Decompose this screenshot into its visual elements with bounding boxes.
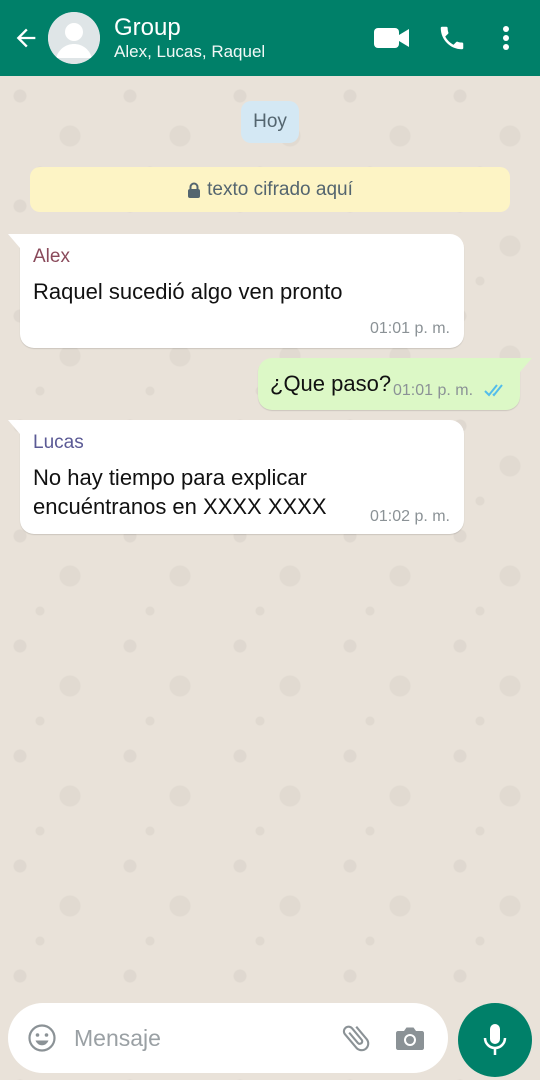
encryption-notice[interactable]: texto cifrado aquí bbox=[30, 167, 510, 212]
lock-icon bbox=[188, 182, 201, 198]
message-time: 01:01 p. m. bbox=[369, 320, 450, 337]
message-sender: Alex bbox=[33, 246, 70, 267]
back-button[interactable] bbox=[4, 0, 48, 76]
camera-icon bbox=[396, 1027, 424, 1050]
emoji-icon bbox=[28, 1024, 56, 1052]
more-options-button[interactable] bbox=[494, 0, 518, 76]
more-options-icon bbox=[503, 26, 509, 50]
attach-icon bbox=[342, 1025, 370, 1052]
message-text-line-1: No hay tiempo para explicar bbox=[33, 465, 307, 490]
date-separator: Hoy bbox=[241, 101, 299, 143]
message-sender: Lucas bbox=[33, 432, 84, 453]
message-bubble-outgoing[interactable]: ¿Que paso? 01:01 p. m. bbox=[258, 358, 532, 410]
group-participants: Alex, Lucas, Raquel bbox=[114, 42, 266, 61]
voice-message-button[interactable] bbox=[458, 1003, 532, 1077]
message-text: ¿Que paso? bbox=[270, 371, 392, 396]
group-avatar[interactable] bbox=[48, 12, 100, 64]
message-time: 01:01 p. m. bbox=[393, 382, 474, 399]
back-arrow-icon bbox=[16, 28, 36, 48]
person-placeholder-icon bbox=[48, 12, 100, 64]
video-call-icon bbox=[374, 28, 409, 48]
mic-icon bbox=[483, 1024, 507, 1055]
voice-call-icon bbox=[440, 26, 464, 50]
message-input[interactable] bbox=[74, 1024, 324, 1052]
attach-button[interactable] bbox=[334, 1016, 378, 1060]
camera-button[interactable] bbox=[388, 1016, 432, 1060]
message-time: 01:02 p. m. bbox=[369, 508, 450, 525]
emoji-button[interactable] bbox=[22, 1018, 62, 1058]
voice-call-button[interactable] bbox=[430, 0, 474, 76]
group-name: Group bbox=[114, 14, 181, 41]
message-text: Raquel sucedió algo ven pronto bbox=[33, 279, 343, 304]
video-call-button[interactable] bbox=[368, 0, 416, 76]
read-double-check-icon bbox=[484, 384, 503, 397]
message-bubble-incoming[interactable]: Lucas No hay tiempo para explicar encuén… bbox=[8, 420, 464, 534]
chat-wallpaper bbox=[0, 76, 540, 1080]
chat-header: Group Alex, Lucas, Raquel bbox=[0, 0, 540, 76]
encryption-notice-text: texto cifrado aquí bbox=[207, 178, 353, 200]
message-bubble-incoming[interactable]: Alex Raquel sucedió algo ven pronto 01:0… bbox=[8, 234, 464, 348]
chat-title-block[interactable]: Group Alex, Lucas, Raquel bbox=[114, 14, 368, 62]
message-composer bbox=[8, 1003, 448, 1073]
message-text-line-2: encuéntranos en XXXX XXXX bbox=[33, 494, 327, 519]
